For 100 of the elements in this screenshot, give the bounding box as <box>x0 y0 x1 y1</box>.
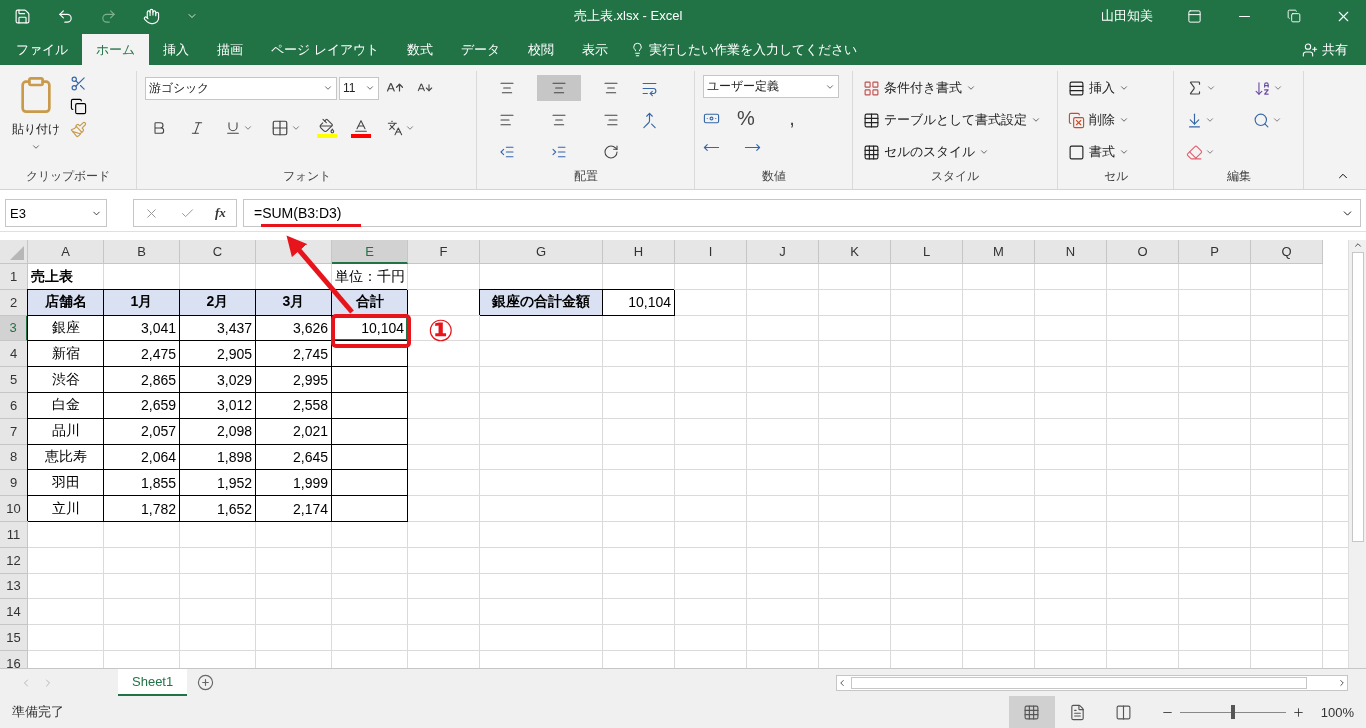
align-icon[interactable] <box>499 80 515 96</box>
scroll-left-icon[interactable] <box>837 677 847 688</box>
style-button[interactable]: 条件付き書式 <box>861 75 978 101</box>
column-header[interactable]: C <box>180 240 256 264</box>
row-header[interactable]: 8 <box>0 444 28 471</box>
column-header[interactable]: B <box>104 240 180 264</box>
row-header[interactable]: 7 <box>0 418 28 445</box>
sort-icon[interactable] <box>1254 79 1271 97</box>
format-painter-icon[interactable] <box>70 121 87 138</box>
borders-icon[interactable] <box>271 119 289 137</box>
align-right-icon[interactable] <box>603 112 619 128</box>
column-header[interactable]: L <box>891 240 963 264</box>
align-center-icon[interactable] <box>551 112 567 128</box>
align-icon[interactable] <box>551 80 567 96</box>
column-header[interactable]: G <box>480 240 603 264</box>
row-header[interactable]: 10 <box>0 496 28 522</box>
column-header[interactable]: J <box>747 240 819 264</box>
row-header[interactable]: 12 <box>0 547 28 574</box>
horizontal-scrollbar[interactable] <box>836 674 1348 691</box>
view-button[interactable] <box>1008 696 1055 728</box>
row-header[interactable]: 4 <box>0 341 28 368</box>
align-icon[interactable] <box>603 80 619 96</box>
increase-indent-icon[interactable] <box>551 144 567 160</box>
save-icon[interactable] <box>14 7 31 25</box>
italic-icon[interactable] <box>189 120 205 136</box>
row-header[interactable]: 15 <box>0 625 28 651</box>
zoom-in-icon[interactable] <box>1291 705 1305 719</box>
column-header[interactable]: O <box>1107 240 1179 264</box>
column-header[interactable]: Q <box>1251 240 1323 264</box>
insert-function-button[interactable]: fx <box>214 205 226 221</box>
ribbon-tab[interactable]: ファイル <box>2 34 82 65</box>
copy-icon[interactable] <box>70 98 87 115</box>
style-button[interactable]: テーブルとして書式設定 <box>861 107 1043 133</box>
scissors-icon[interactable] <box>70 75 87 92</box>
percent-button[interactable]: % <box>726 106 766 131</box>
table-cell: 渋谷 <box>28 367 104 393</box>
row-header[interactable]: 2 <box>0 289 28 316</box>
comma-button[interactable]: , <box>772 106 812 131</box>
column-header[interactable]: N <box>1035 240 1107 264</box>
column-header[interactable]: E <box>332 240 408 264</box>
table-cell-text: 単位：千円 <box>334 266 406 286</box>
row-header[interactable]: 9 <box>0 470 28 497</box>
row-header[interactable]: 13 <box>0 573 28 600</box>
column-header[interactable]: I <box>675 240 747 264</box>
column-header[interactable]: P <box>1179 240 1251 264</box>
row-header[interactable]: 3 <box>0 315 28 342</box>
vertical-scrollbar[interactable] <box>1348 240 1366 668</box>
group-label: フォント <box>282 168 331 185</box>
row-header[interactable]: 5 <box>0 367 28 393</box>
rotate-icon[interactable] <box>603 144 619 160</box>
row-header[interactable]: 11 <box>0 521 28 548</box>
undo-icon[interactable] <box>57 7 74 25</box>
style-button[interactable]: セルのスタイル <box>861 139 991 165</box>
phonetic-icon[interactable] <box>387 120 403 136</box>
font-name-field[interactable]: 游ゴシック <box>145 76 337 100</box>
ribbon-tab[interactable]: 表示 <box>567 34 622 65</box>
touch-mode-icon[interactable] <box>143 7 160 25</box>
name-box[interactable]: E3 <box>5 199 107 227</box>
ribbon-tab[interactable]: 挿入 <box>149 34 203 65</box>
columns-icon <box>1115 703 1133 721</box>
ribbon-tab[interactable]: 校閲 <box>513 34 568 65</box>
ribbon-tab[interactable]: 描画 <box>203 34 257 65</box>
underline-icon[interactable] <box>225 120 241 136</box>
fill-down-icon[interactable] <box>1186 111 1203 129</box>
row-header[interactable]: 6 <box>0 393 28 419</box>
align-left-icon[interactable] <box>499 112 515 128</box>
scroll-up-icon[interactable] <box>1352 240 1363 250</box>
vertical-align-button[interactable] <box>537 75 581 101</box>
ribbon-display-icon[interactable] <box>1187 8 1202 24</box>
cells-button[interactable]: 削除 <box>1066 107 1131 133</box>
paste-button[interactable]: 貼り付け <box>8 121 64 152</box>
cells-button[interactable]: 書式 <box>1066 139 1131 165</box>
eraser-icon[interactable] <box>1186 143 1203 161</box>
search-icon[interactable] <box>1253 111 1270 129</box>
scroll-right-icon[interactable] <box>1337 677 1347 688</box>
number-format-field[interactable]: ユーザー定義 <box>703 75 839 98</box>
column-header[interactable]: A <box>28 240 104 264</box>
cells-button[interactable]: 挿入 <box>1066 75 1131 101</box>
column-header[interactable]: M <box>963 240 1035 264</box>
font-size-field[interactable]: 11 <box>339 76 379 100</box>
ribbon-tab[interactable]: ページ レイアウト <box>257 34 393 65</box>
column-header[interactable]: H <box>603 240 675 264</box>
ribbon-tab[interactable]: 数式 <box>392 34 447 65</box>
zoom-thumb[interactable] <box>1230 705 1235 719</box>
row-header[interactable]: 1 <box>0 264 28 290</box>
ribbon-tab[interactable]: データ <box>446 34 514 65</box>
restore-icon[interactable] <box>1287 9 1301 23</box>
sheet-tab[interactable]: Sheet1 <box>118 668 188 696</box>
add-sheet-icon[interactable] <box>197 674 215 691</box>
formula-field[interactable]: =SUM(B3:D3) <box>243 199 1361 227</box>
share-button[interactable]: 共有 <box>1296 34 1354 65</box>
user-name: 山田知美 <box>1101 7 1153 25</box>
row-header[interactable]: 14 <box>0 599 28 626</box>
tell-me-field[interactable]: 実行したい作業を入力してください <box>621 34 857 65</box>
column-header[interactable]: K <box>819 240 891 264</box>
decrease-indent-icon[interactable] <box>499 144 515 160</box>
column-header[interactable]: F <box>408 240 480 264</box>
ribbon-tab[interactable]: ホーム <box>82 34 149 65</box>
bold-icon[interactable] <box>151 120 167 136</box>
redo-icon[interactable] <box>100 7 117 25</box>
